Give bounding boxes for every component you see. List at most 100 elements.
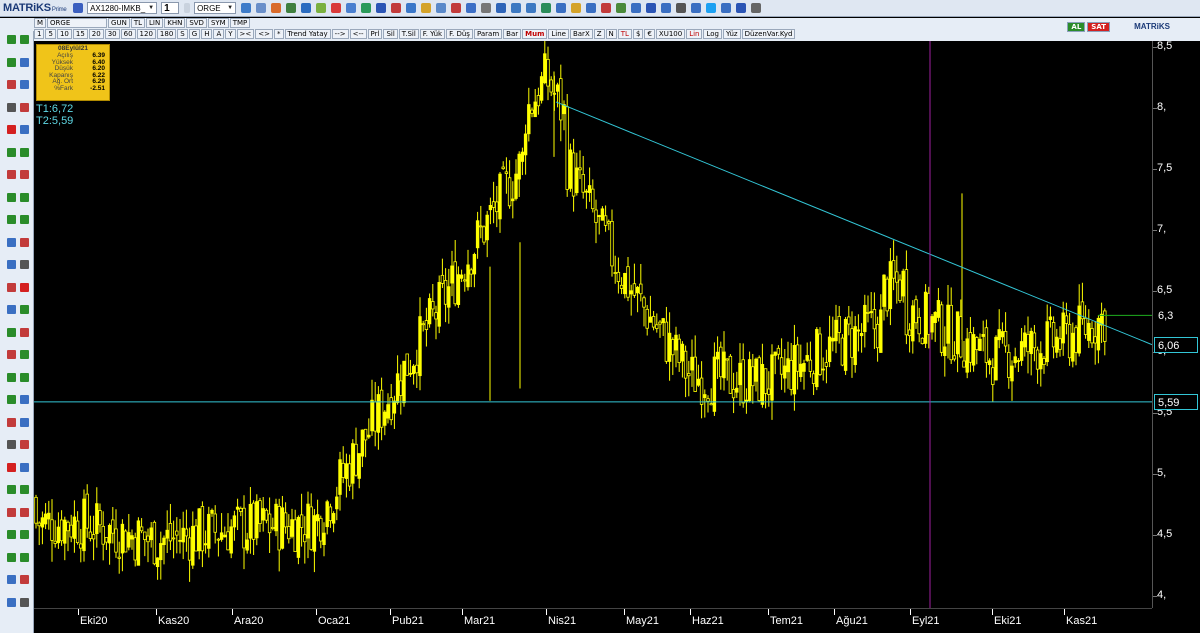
alert-icon[interactable] — [330, 3, 341, 13]
toolbar-tab[interactable]: XU100 — [655, 29, 686, 39]
toolbar-tab[interactable]: <-- — [349, 29, 367, 39]
tool-icon[interactable] — [255, 3, 266, 13]
tab-lin[interactable]: LIN — [146, 18, 164, 28]
toolbar-tab[interactable]: Yüz — [722, 29, 741, 39]
gann-icon[interactable] — [7, 237, 16, 247]
cycle-icon[interactable] — [7, 462, 16, 472]
toolbar-tab[interactable]: Log — [703, 29, 722, 39]
toolbar-tab[interactable]: A — [213, 29, 225, 39]
toolbar-tab[interactable]: F. Düş — [446, 29, 473, 39]
toolbar-tab[interactable]: 1 — [34, 29, 45, 39]
crosshair-icon[interactable] — [20, 102, 29, 112]
grid-icon[interactable] — [360, 3, 371, 13]
tab-tmp[interactable]: TMP — [229, 18, 251, 28]
toolbar-tab[interactable]: 10 — [56, 29, 72, 39]
layer-icon[interactable] — [20, 327, 29, 337]
pen-icon[interactable] — [20, 147, 29, 157]
note-icon[interactable] — [7, 530, 16, 539]
toolbar-tab[interactable]: 60 — [120, 29, 136, 39]
ellipse-icon[interactable] — [7, 215, 16, 224]
web-icon[interactable] — [720, 3, 731, 13]
help-icon[interactable] — [690, 3, 701, 13]
brush-icon[interactable] — [20, 417, 29, 427]
tab-symbol[interactable]: ORGE — [47, 18, 108, 28]
arc-icon[interactable] — [20, 215, 29, 224]
vert-icon[interactable] — [20, 530, 29, 539]
hide-icon[interactable] — [20, 575, 29, 584]
mail-icon[interactable] — [660, 3, 671, 13]
arrow-up-icon[interactable] — [7, 35, 16, 44]
ruler-icon[interactable] — [7, 282, 16, 292]
star-icon[interactable] — [20, 372, 29, 382]
toolbar-tab[interactable]: * — [274, 29, 284, 39]
line-icon[interactable] — [465, 3, 476, 13]
arrow-left-icon[interactable] — [7, 57, 16, 67]
book-icon[interactable] — [630, 3, 641, 13]
layout-icon[interactable] — [435, 3, 446, 13]
save-icon[interactable] — [72, 3, 83, 13]
toolbar-tab[interactable]: 180 — [156, 29, 177, 39]
toolbar-tab[interactable]: Z — [593, 29, 605, 39]
eraser-icon[interactable] — [7, 305, 16, 314]
calculator-icon[interactable] — [675, 3, 686, 13]
tab-svd[interactable]: SVD — [186, 18, 207, 28]
list-icon[interactable] — [345, 3, 356, 13]
toolbar-tab[interactable]: Line — [548, 29, 569, 39]
sell-button[interactable]: SAT — [1087, 22, 1110, 32]
toolbar-tab[interactable]: TL — [617, 29, 632, 39]
toolbar-tab[interactable]: DüzenVar.Kyd — [741, 29, 796, 39]
toolbar-tab[interactable]: F. Yük — [419, 29, 446, 39]
wave-icon[interactable] — [20, 440, 29, 449]
box-icon[interactable] — [7, 575, 16, 584]
search-icon[interactable] — [20, 57, 29, 67]
price-axis[interactable]: 8,58,7,57,6,56,5,55,4,54,6,36,065,59 — [1152, 40, 1200, 608]
toolbar-tab[interactable]: Bar — [503, 29, 522, 39]
toolbar-tab[interactable]: Mum — [522, 29, 548, 39]
trend-line[interactable] — [555, 101, 1152, 346]
fan-icon[interactable] — [20, 237, 29, 247]
toolbar-tab[interactable]: € — [644, 29, 655, 39]
price-chart[interactable] — [34, 41, 1152, 608]
angle-icon[interactable] — [20, 462, 29, 472]
users-icon[interactable] — [510, 3, 521, 13]
toolbar-tab[interactable]: $ — [632, 29, 644, 39]
toolbar-tab[interactable]: <> — [255, 29, 273, 39]
measure-icon[interactable] — [7, 417, 16, 427]
circle-icon[interactable] — [405, 3, 416, 13]
toolbar-tab[interactable]: T.Sil — [398, 29, 419, 39]
abc-icon[interactable] — [495, 3, 506, 13]
settings-icon[interactable] — [750, 3, 761, 13]
toolbar-tab[interactable]: --> — [331, 29, 349, 39]
arrow-icon[interactable] — [7, 260, 16, 269]
toolbar-tab[interactable]: H — [201, 29, 213, 39]
window-icon[interactable] — [585, 3, 596, 13]
page-number[interactable]: 1 — [161, 2, 180, 14]
toolbar-tab[interactable]: BarX — [569, 29, 593, 39]
price-icon[interactable] — [20, 507, 29, 517]
arrow-down-icon[interactable] — [20, 35, 29, 44]
twitter-icon[interactable] — [705, 3, 716, 13]
table-icon[interactable] — [285, 3, 296, 13]
label-icon[interactable] — [20, 260, 29, 269]
spiral-icon[interactable] — [20, 552, 29, 562]
tab-sym[interactable]: SYM — [207, 18, 229, 28]
bell-icon[interactable] — [645, 3, 656, 13]
symbol-combo[interactable]: ORGE ▼ — [194, 2, 237, 14]
toolbar-tab[interactable]: 15 — [72, 29, 88, 39]
monitor-icon[interactable] — [555, 3, 566, 13]
grid-icon[interactable] — [20, 282, 29, 292]
tab-gun[interactable]: GUN — [108, 18, 130, 28]
pin-icon[interactable] — [7, 80, 16, 89]
compare-icon[interactable] — [450, 3, 461, 13]
refresh-icon[interactable] — [315, 3, 326, 13]
search-icon[interactable] — [240, 3, 251, 13]
anchor-icon[interactable] — [20, 395, 29, 404]
chevron-down-icon[interactable] — [183, 3, 190, 13]
toolbar-tab[interactable]: N — [605, 29, 617, 39]
cross-icon[interactable] — [7, 440, 16, 449]
show-icon[interactable] — [7, 597, 16, 607]
toolbar-tab[interactable]: 30 — [104, 29, 120, 39]
pitch-icon[interactable] — [7, 485, 16, 494]
rect-icon[interactable] — [20, 192, 29, 202]
news-icon[interactable] — [300, 3, 311, 13]
